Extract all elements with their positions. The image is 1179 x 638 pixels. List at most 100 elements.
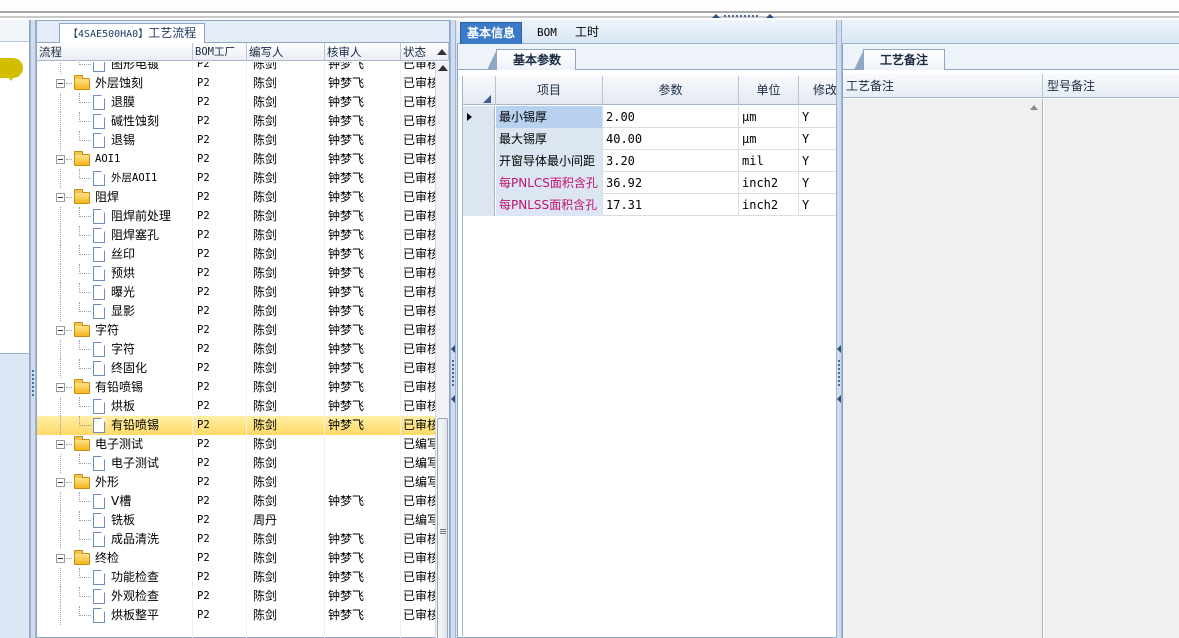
param-row[interactable]: 每PNLCS面积含孔 36.92 inch2 Y (463, 172, 837, 194)
sort-up-icon[interactable] (437, 49, 447, 55)
param-modify-cell[interactable]: Y (799, 172, 837, 194)
param-value-cell[interactable]: 40.00 (603, 128, 739, 150)
tab-work-hours[interactable]: 工时 (569, 22, 605, 44)
row-selector[interactable] (463, 128, 495, 150)
param-unit-cell[interactable]: inch2 (739, 172, 799, 194)
tree-row[interactable]: 丝印 P2 陈剑 钟梦飞 已审核 (37, 245, 435, 264)
collapse-icon[interactable] (56, 155, 65, 164)
tree-row[interactable]: 显影 P2 陈剑 钟梦飞 已审核 (37, 302, 435, 321)
row-selector[interactable] (463, 106, 495, 128)
tree-item-label: 字符 (111, 342, 136, 356)
tree-row[interactable]: 外层蚀刻 P2 陈剑 钟梦飞 已审核 (37, 74, 435, 93)
middle-splitter[interactable] (450, 20, 456, 638)
tree-row[interactable]: 外观检查 P2 陈剑 钟梦飞 已审核 (37, 587, 435, 606)
bom-factory-cell: P2 (197, 362, 210, 374)
scroll-up-icon[interactable] (1030, 105, 1038, 110)
tree-item-label: 显影 (111, 304, 136, 318)
col-writer[interactable]: 编写人 (247, 43, 325, 61)
row-selector[interactable] (463, 172, 495, 194)
param-modify-cell[interactable]: Y (799, 106, 837, 128)
collapse-icon[interactable] (56, 79, 65, 88)
collapse-icon[interactable] (56, 326, 65, 335)
tab-process-flow[interactable]: 【4SAE500HA0】工艺流程 (59, 23, 206, 43)
tree-row[interactable]: 铣板 P2 周丹 已编写 (37, 511, 435, 530)
param-value-cell[interactable]: 2.00 (603, 106, 739, 128)
tree-row[interactable]: 有铅喷锡 P2 陈剑 钟梦飞 已审核 (37, 416, 435, 435)
chat-bubble-icon[interactable] (0, 58, 23, 81)
tree-row[interactable]: 有铅喷锡 P2 陈剑 钟梦飞 已审核 (37, 378, 435, 397)
document-icon (93, 456, 105, 471)
tree-row[interactable]: AOI1 P2 陈剑 钟梦飞 已审核 (37, 150, 435, 169)
tree-row[interactable]: 电子测试 P2 陈剑 已编写 (37, 435, 435, 454)
tree-scrollbar[interactable] (435, 62, 449, 638)
row-selector[interactable] (463, 150, 495, 172)
param-unit-cell[interactable]: μm (739, 106, 799, 128)
tab-bom[interactable]: BOM (531, 22, 563, 44)
tree-row[interactable]: 字符 P2 陈剑 钟梦飞 已审核 (37, 321, 435, 340)
tree-row[interactable]: 外形 P2 陈剑 已编写 (37, 473, 435, 492)
param-modify-cell[interactable]: Y (799, 150, 837, 172)
tree-row[interactable]: 烘板 P2 陈剑 钟梦飞 已审核 (37, 397, 435, 416)
splitter-grip-icon[interactable] (712, 12, 774, 20)
tree-row[interactable]: 字符 P2 陈剑 钟梦飞 已审核 (37, 340, 435, 359)
collapse-icon[interactable] (56, 554, 65, 563)
param-unit-cell[interactable]: inch2 (739, 194, 799, 216)
param-value-cell[interactable]: 3.20 (603, 150, 739, 172)
tab-basic-params[interactable]: 基本参数 (486, 49, 577, 70)
param-unit-cell[interactable]: μm (739, 128, 799, 150)
tree-row[interactable]: 成品清洗 P2 陈剑 钟梦飞 已审核 (37, 530, 435, 549)
writer-cell: 陈剑 (253, 190, 278, 204)
col-unit[interactable]: 单位 (739, 76, 799, 105)
collapse-icon[interactable] (56, 193, 65, 202)
tree-row[interactable]: 碱性蚀刻 P2 陈剑 钟梦飞 已审核 (37, 112, 435, 131)
tree-row[interactable]: 曝光 P2 陈剑 钟梦飞 已审核 (37, 283, 435, 302)
tree-row[interactable]: 阻焊塞孔 P2 陈剑 钟梦飞 已审核 (37, 226, 435, 245)
col-item[interactable]: 项目 (496, 76, 603, 105)
collapse-icon[interactable] (56, 478, 65, 487)
param-item-cell[interactable]: 最小锡厚 (496, 106, 603, 128)
tree-item-label: 有铅喷锡 (95, 380, 144, 394)
param-item-cell[interactable]: 每PNLCS面积含孔 (496, 172, 603, 194)
param-item-cell[interactable]: 开窗导体最小间距 (496, 150, 603, 172)
tree-row[interactable]: 外层AOI1 P2 陈剑 钟梦飞 已审核 (37, 169, 435, 188)
param-row[interactable]: 开窗导体最小间距 3.20 mil Y (463, 150, 837, 172)
param-value-cell[interactable]: 17.31 (603, 194, 739, 216)
row-selector[interactable] (463, 194, 495, 216)
param-row[interactable]: 最小锡厚 2.00 μm Y (463, 106, 837, 128)
tab-basic-info[interactable]: 基本信息 (460, 22, 523, 44)
process-note-textarea[interactable] (843, 99, 1043, 638)
tree-row[interactable]: V槽 P2 陈剑 钟梦飞 已审核 (37, 492, 435, 511)
tree-row[interactable]: 烘板整平 P2 陈剑 钟梦飞 已审核 (37, 606, 435, 625)
scroll-thumb[interactable] (437, 418, 448, 638)
param-row[interactable]: 最大锡厚 40.00 μm Y (463, 128, 837, 150)
param-modify-cell[interactable]: Y (799, 128, 837, 150)
tree-row[interactable]: 终检 P2 陈剑 钟梦飞 已审核 (37, 549, 435, 568)
tree-row[interactable]: 图形电镀 P2 陈剑 钟梦飞 已审核 (37, 62, 435, 74)
tree-item-label: 烘板整平 (111, 608, 160, 622)
tree-row[interactable]: 退锡 P2 陈剑 钟梦飞 已审核 (37, 131, 435, 150)
param-item-cell[interactable]: 最大锡厚 (496, 128, 603, 150)
param-modify-cell[interactable]: Y (799, 194, 837, 216)
tree-row[interactable]: 预烘 P2 陈剑 钟梦飞 已审核 (37, 264, 435, 283)
tree-row[interactable]: 电子测试 P2 陈剑 已编写 (37, 454, 435, 473)
param-item-cell[interactable]: 每PNLSS面积含孔 (496, 194, 603, 216)
writer-cell: 陈剑 (253, 247, 278, 261)
col-reviewer[interactable]: 核审人 (325, 43, 401, 61)
model-note-textarea[interactable] (1044, 99, 1179, 638)
tree-row[interactable]: 功能检查 P2 陈剑 钟梦飞 已审核 (37, 568, 435, 587)
tree-row[interactable]: 终固化 P2 陈剑 钟梦飞 已审核 (37, 359, 435, 378)
scroll-up-icon[interactable] (438, 65, 448, 71)
param-row[interactable]: 每PNLSS面积含孔 17.31 inch2 Y (463, 194, 837, 216)
tab-process-notes[interactable]: 工艺备注 (853, 49, 946, 70)
tree-row[interactable]: 阻焊 P2 陈剑 钟梦飞 已审核 (37, 188, 435, 207)
folder-icon (74, 322, 90, 337)
tree-row[interactable]: 阻焊前处理 P2 陈剑 钟梦飞 已审核 (37, 207, 435, 226)
collapse-icon[interactable] (56, 440, 65, 449)
col-flow[interactable]: 流程 (37, 43, 193, 61)
param-value-cell[interactable]: 36.92 (603, 172, 739, 194)
collapse-icon[interactable] (56, 383, 65, 392)
col-param[interactable]: 参数 (603, 76, 739, 105)
tree-row[interactable]: 退膜 P2 陈剑 钟梦飞 已审核 (37, 93, 435, 112)
param-unit-cell[interactable]: mil (739, 150, 799, 172)
col-bom-factory[interactable]: BOM工厂 (193, 43, 247, 61)
